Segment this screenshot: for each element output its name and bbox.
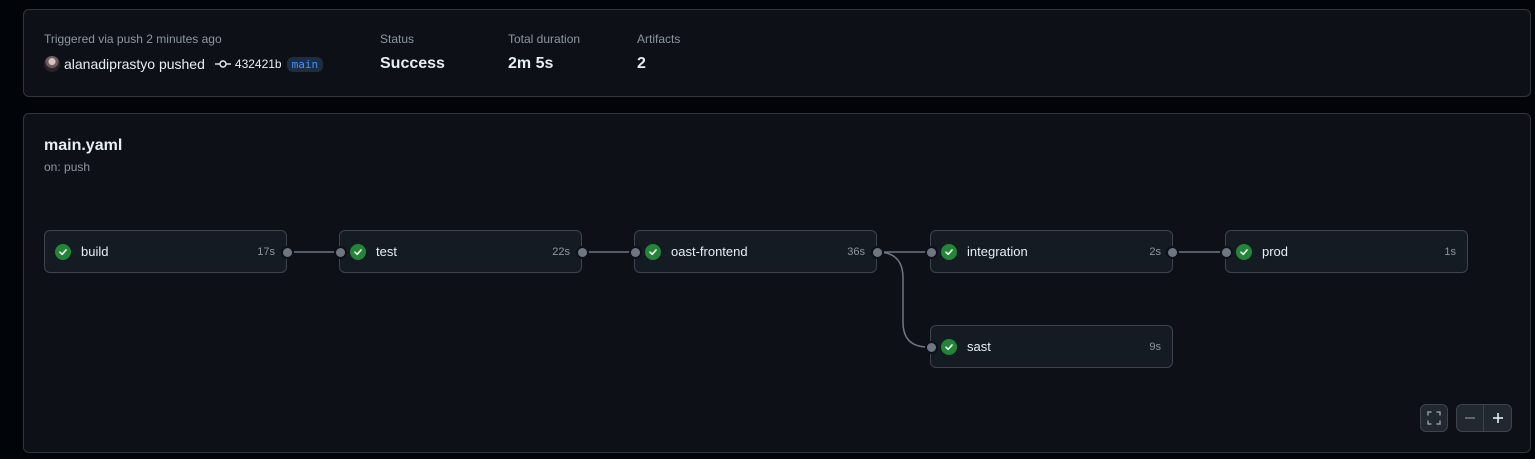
workflow-graph-panel: main.yaml on: push build 17s test 22s oa… xyxy=(23,113,1531,453)
branch-badge[interactable]: main xyxy=(286,56,324,72)
output-port xyxy=(281,246,294,259)
plus-icon xyxy=(1492,413,1503,423)
trigger-text: Triggered via push 2 minutes ago xyxy=(44,32,222,46)
input-port xyxy=(925,246,938,259)
output-port xyxy=(576,246,589,259)
artifacts-label: Artifacts xyxy=(637,32,681,46)
job-build[interactable]: build 17s xyxy=(44,230,287,273)
job-name: integration xyxy=(967,244,1028,259)
input-port xyxy=(629,246,642,259)
output-port xyxy=(871,246,884,259)
job-sast[interactable]: sast 9s xyxy=(930,325,1173,368)
status-value: Success xyxy=(380,55,445,72)
output-port xyxy=(1166,246,1179,259)
job-prod[interactable]: prod 1s xyxy=(1225,230,1468,273)
zoom-in-button[interactable] xyxy=(1484,405,1511,431)
job-integration[interactable]: integration 2s xyxy=(930,230,1173,273)
commit-icon xyxy=(214,60,231,68)
success-check-icon xyxy=(350,243,366,260)
duration-label: Total duration xyxy=(508,32,581,46)
job-test[interactable]: test 22s xyxy=(339,230,582,273)
job-duration: 22s xyxy=(552,245,570,258)
job-duration: 17s xyxy=(257,245,275,258)
job-connections xyxy=(287,251,1226,348)
success-check-icon xyxy=(55,243,71,260)
success-check-icon xyxy=(941,243,957,260)
job-name: prod xyxy=(1262,244,1289,259)
job-name: sast xyxy=(967,339,991,354)
input-port xyxy=(334,246,347,259)
push-info: alanadiprastyo pushed 432421b main xyxy=(44,56,324,72)
job-name: test xyxy=(376,244,397,259)
zoom-out-button[interactable] xyxy=(1457,405,1484,431)
job-name: build xyxy=(81,244,109,259)
job-duration: 9s xyxy=(1149,340,1161,353)
job-oast-frontend[interactable]: oast-frontend 36s xyxy=(634,230,877,273)
success-check-icon xyxy=(941,338,957,355)
job-duration: 2s xyxy=(1149,245,1161,258)
run-summary-panel: Triggered via push 2 minutes ago alanadi… xyxy=(23,9,1531,97)
actor-link[interactable]: alanadiprastyo pushed xyxy=(64,56,205,72)
input-port xyxy=(925,341,938,354)
success-check-icon xyxy=(645,243,661,260)
commit-sha-link[interactable]: 432421b xyxy=(235,57,282,71)
duration-value: 2m 5s xyxy=(508,55,554,72)
status-label: Status xyxy=(380,32,415,46)
fullscreen-button[interactable] xyxy=(1420,404,1448,432)
minus-icon xyxy=(1465,417,1475,419)
job-duration: 1s xyxy=(1444,245,1456,258)
job-name: oast-frontend xyxy=(671,244,748,259)
fullscreen-icon xyxy=(1427,411,1441,425)
artifacts-value[interactable]: 2 xyxy=(637,55,646,73)
zoom-controls xyxy=(1456,404,1512,432)
job-duration: 36s xyxy=(847,245,865,258)
input-port xyxy=(1220,246,1233,259)
success-check-icon xyxy=(1236,243,1252,260)
avatar[interactable] xyxy=(44,56,60,72)
